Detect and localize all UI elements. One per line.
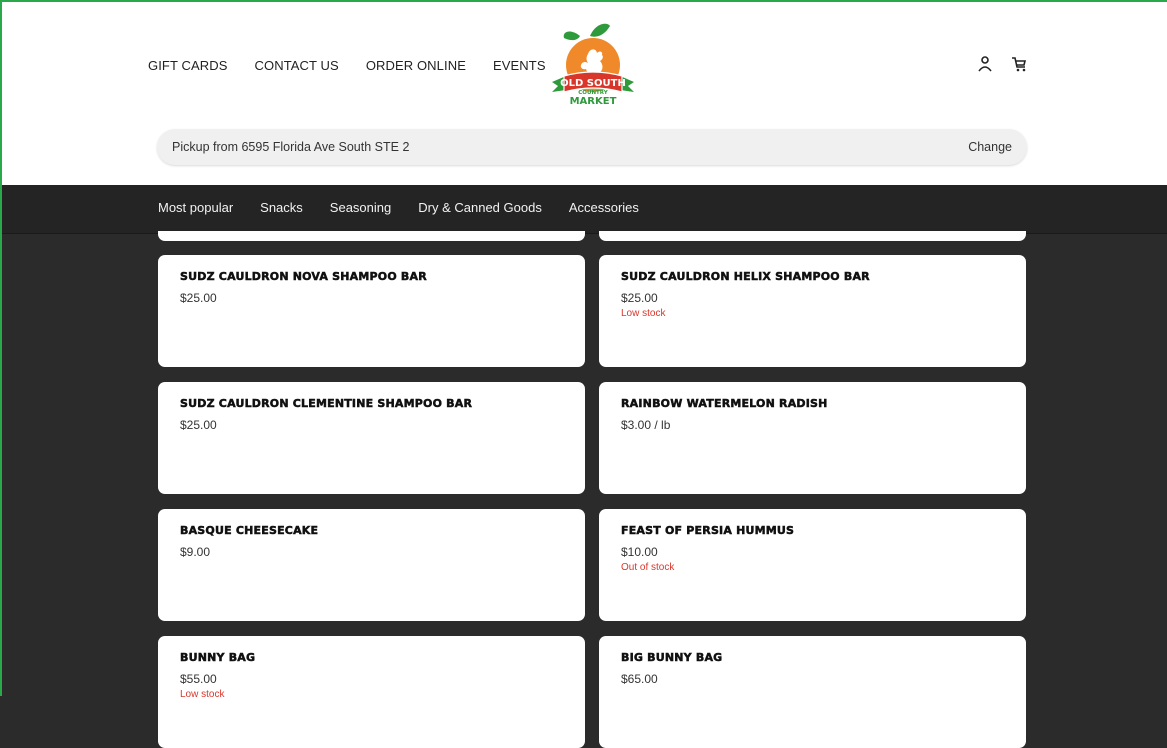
stock-status: Out of stock — [621, 562, 675, 573]
main-nav: GIFT CARDS CONTACT US ORDER ONLINE EVENT… — [148, 58, 546, 73]
header-icons — [975, 54, 1029, 74]
product-price: $25.00 — [180, 418, 217, 432]
category-bar: Most popular Snacks Seasoning Dry & Cann… — [0, 185, 1167, 234]
product-card[interactable]: BASQUE CHEESECAKE $9.00 — [158, 509, 585, 621]
product-price: $55.00 — [180, 672, 217, 686]
change-pickup-button[interactable]: Change — [968, 140, 1012, 154]
product-price: $25.00 — [180, 291, 217, 305]
nav-events[interactable]: EVENTS — [493, 58, 546, 73]
product-name: RAINBOW WATERMELON RADISH — [621, 397, 828, 411]
logo-line1: OLD SOUTH — [560, 78, 626, 89]
product-card[interactable]: BUNNY BAG $55.00 Low stock — [158, 636, 585, 748]
product-price: $9.00 — [180, 545, 211, 559]
product-name: BIG BUNNY BAG — [621, 651, 723, 665]
tab-accessories[interactable]: Accessories — [569, 200, 639, 215]
product-card-partial[interactable] — [599, 231, 1026, 241]
product-name: SUDZ CAULDRON NOVA SHAMPOO BAR — [180, 270, 427, 284]
pickup-location-bar[interactable]: Pickup from 6595 Florida Ave South STE 2… — [157, 129, 1027, 165]
cart-icon[interactable] — [1009, 54, 1029, 74]
product-name: SUDZ CAULDRON HELIX SHAMPOO BAR — [621, 270, 870, 284]
product-card[interactable]: SUDZ CAULDRON NOVA SHAMPOO BAR $25.00 — [158, 255, 585, 367]
nav-order-online[interactable]: ORDER ONLINE — [366, 58, 466, 73]
product-name: BASQUE CHEESECAKE — [180, 524, 319, 538]
logo-line3: MARKET — [570, 96, 617, 107]
stock-status: Low stock — [180, 689, 225, 700]
pickup-address: Pickup from 6595 Florida Ave South STE 2 — [172, 140, 410, 154]
product-card[interactable]: RAINBOW WATERMELON RADISH $3.00 / lb — [599, 382, 1026, 494]
product-price: $3.00 / lb — [621, 418, 671, 432]
product-card[interactable]: FEAST OF PERSIA HUMMUS $10.00 Out of sto… — [599, 509, 1026, 621]
product-price: $10.00 — [621, 545, 658, 559]
product-name: FEAST OF PERSIA HUMMUS — [621, 524, 795, 538]
tab-dry-canned-goods[interactable]: Dry & Canned Goods — [418, 200, 542, 215]
product-card-partial[interactable] — [158, 231, 585, 241]
tab-snacks[interactable]: Snacks — [260, 200, 303, 215]
product-card[interactable]: SUDZ CAULDRON CLEMENTINE SHAMPOO BAR $25… — [158, 382, 585, 494]
nav-contact-us[interactable]: CONTACT US — [255, 58, 339, 73]
product-name: BUNNY BAG — [180, 651, 256, 665]
category-tabs: Most popular Snacks Seasoning Dry & Cann… — [158, 200, 639, 215]
tab-most-popular[interactable]: Most popular — [158, 200, 233, 215]
product-card[interactable]: BIG BUNNY BAG $65.00 — [599, 636, 1026, 748]
account-icon[interactable] — [975, 54, 995, 74]
leaf-right-icon — [590, 23, 610, 37]
product-price: $65.00 — [621, 672, 658, 686]
tab-seasoning[interactable]: Seasoning — [330, 200, 391, 215]
store-logo[interactable]: OLD SOUTH COUNTRY MARKET — [550, 20, 636, 112]
product-card[interactable]: SUDZ CAULDRON HELIX SHAMPOO BAR $25.00 L… — [599, 255, 1026, 367]
leaf-left-icon — [563, 31, 580, 41]
product-name: SUDZ CAULDRON CLEMENTINE SHAMPOO BAR — [180, 397, 473, 411]
site-header: GIFT CARDS CONTACT US ORDER ONLINE EVENT… — [0, 0, 1167, 185]
product-price: $25.00 — [621, 291, 658, 305]
stock-status: Low stock — [621, 308, 666, 319]
nav-gift-cards[interactable]: GIFT CARDS — [148, 58, 228, 73]
